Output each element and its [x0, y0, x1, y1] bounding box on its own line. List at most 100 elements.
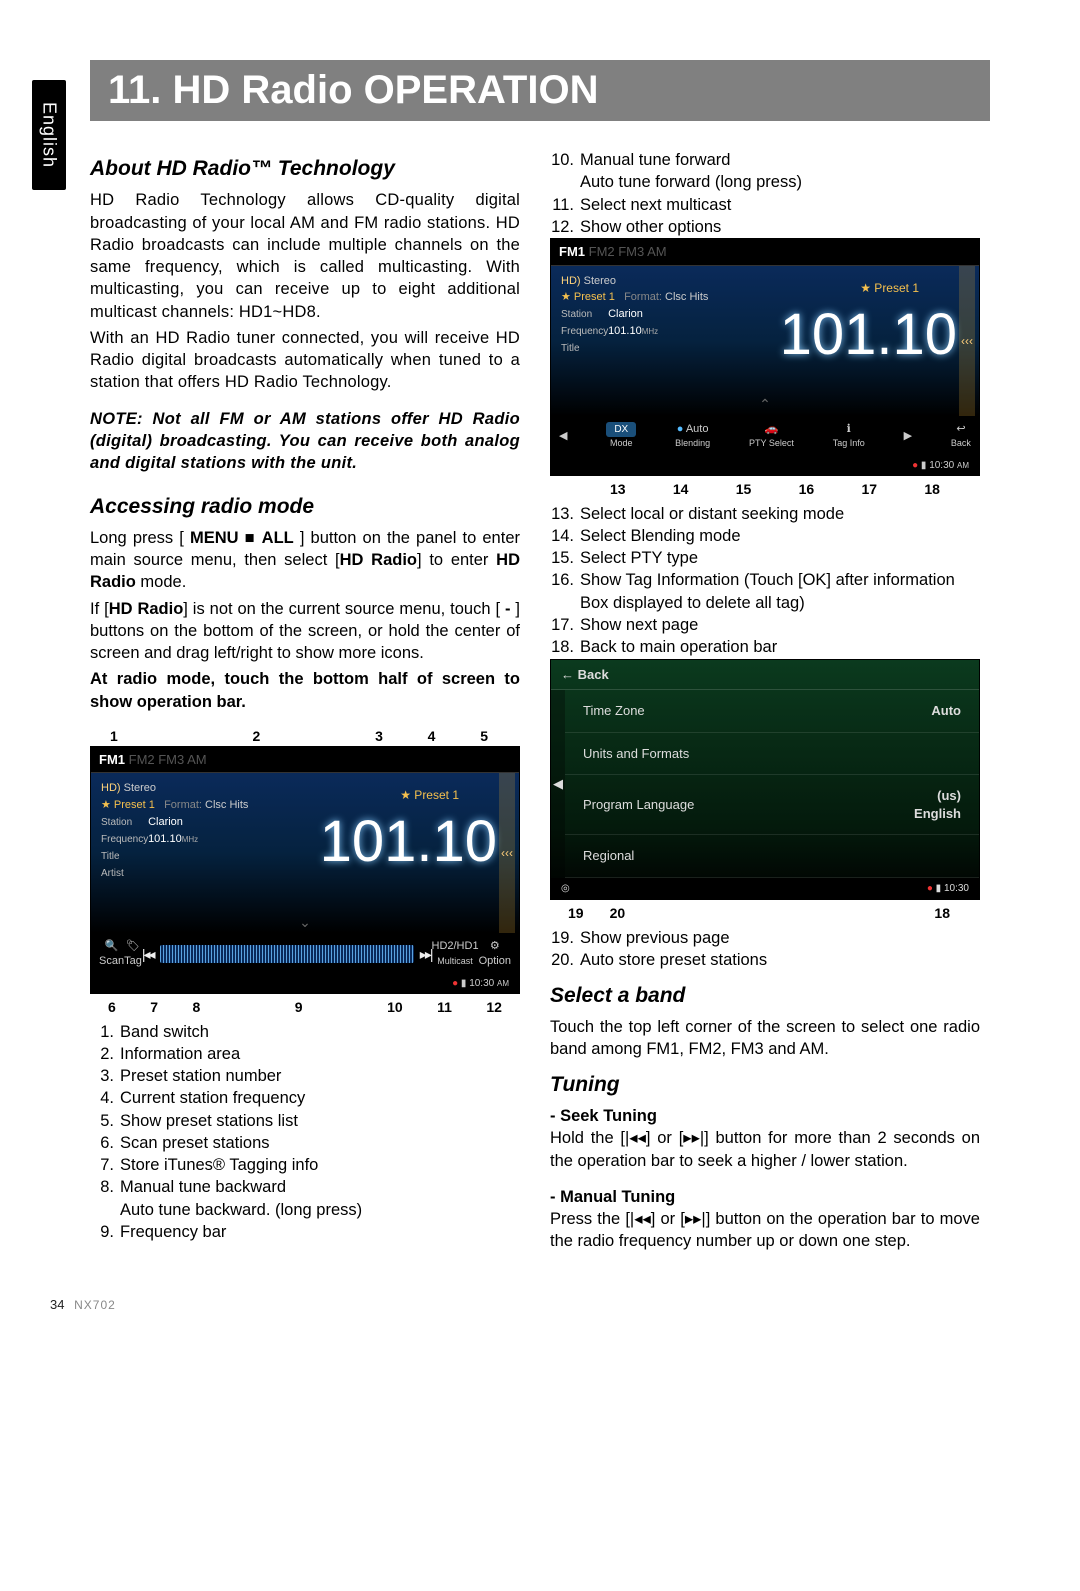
- settings-row[interactable]: Time ZoneAuto: [565, 690, 979, 733]
- legend-list-2: 10.Manual tune forwardAuto tune forward …: [550, 149, 980, 238]
- clock-time-2: 10:30: [929, 460, 954, 471]
- band-bar-2[interactable]: FM1 FM2 FM3 AM: [551, 239, 979, 266]
- t: ] is not on the current source menu, tou…: [183, 600, 505, 618]
- chevron-up-icon[interactable]: ⌃: [551, 395, 979, 414]
- info-area: HD) Stereo ★ Preset 1 Format: Clsc Hits …: [91, 773, 519, 933]
- settings-row[interactable]: Units and Formats: [565, 733, 979, 776]
- list-item: 14.Select Blending mode: [550, 525, 980, 547]
- chevron-down-icon[interactable]: ⌄: [91, 913, 519, 932]
- preset-info-2: ★ Preset 1: [561, 291, 615, 303]
- settings-row[interactable]: Regional: [565, 835, 979, 878]
- callout-6: 6: [108, 998, 116, 1017]
- list-item: 3.Preset station number: [90, 1065, 520, 1087]
- page-footer: 34 NX702: [50, 1297, 1030, 1312]
- t: mode.: [136, 573, 186, 591]
- freq-label-2: Frequency: [561, 325, 605, 339]
- title-label-2: Title: [561, 342, 605, 356]
- seek-forward-button[interactable]: ▸▸|: [420, 945, 432, 964]
- legend-list-3: 13.Select local or distant seeking mode1…: [550, 503, 980, 659]
- format-label-2: Format:: [624, 291, 662, 303]
- heading-select-band: Select a band: [550, 982, 980, 1010]
- hd-icon-2: HD): [561, 275, 581, 287]
- menu-all-label: MENU ■ ALL: [190, 529, 294, 547]
- multicast-button[interactable]: HD2/HD1Multicast: [432, 939, 479, 969]
- big-frequency-2: 101.10: [780, 296, 957, 374]
- t: Long press [: [90, 529, 190, 547]
- back-row[interactable]: ← Back: [551, 660, 979, 691]
- scan-button[interactable]: 🔍Scan: [99, 939, 124, 969]
- callout-7: 7: [150, 998, 158, 1017]
- station-label-2: Station: [561, 308, 605, 322]
- clock-ampm: AM: [497, 979, 509, 988]
- preset-list-icon-2[interactable]: ‹‹‹: [959, 266, 975, 416]
- back-button[interactable]: ↩Back: [951, 422, 971, 452]
- tag-info-button[interactable]: ℹTag Info: [833, 422, 865, 452]
- seek-next-icon-2: ▸▸|: [685, 1210, 706, 1228]
- clock-time-3: 10:30: [944, 883, 969, 894]
- tag-button[interactable]: 🏷Tag: [124, 939, 142, 969]
- callout-2: 2: [253, 727, 261, 746]
- t: Press the [: [550, 1210, 630, 1228]
- callout-5: 5: [480, 727, 488, 746]
- list-item: 1.Band switch: [90, 1021, 520, 1043]
- hdradio-label: HD Radio: [340, 551, 417, 569]
- callouts-top: 1 2 3 4 5: [90, 727, 520, 746]
- next-page-icon[interactable]: ▶: [904, 429, 912, 444]
- frequency-bar[interactable]: [160, 945, 414, 963]
- format-value: Clsc Hits: [205, 799, 248, 811]
- band-inactive-2[interactable]: FM2 FM3 AM: [589, 244, 667, 259]
- note-text: NOTE: Not all FM or AM stations offer HD…: [90, 408, 520, 475]
- list-item: 8.Manual tune backwardAuto tune backward…: [90, 1176, 520, 1221]
- preset-info: ★ Preset 1: [101, 799, 155, 811]
- list-item: 13.Select local or distant seeking mode: [550, 503, 980, 525]
- band-active-2[interactable]: FM1: [559, 244, 585, 259]
- auto-store-icon[interactable]: ◎: [561, 882, 570, 896]
- operation-bar-2: ◀ DXMode ● AutoBlending 🚗PTY Select ℹTag…: [551, 416, 979, 458]
- list-item: 20.Auto store preset stations: [550, 949, 980, 971]
- band-inactive[interactable]: FM2 FM3 AM: [129, 752, 207, 767]
- preset-list-icon[interactable]: ‹‹‹: [499, 773, 515, 933]
- settings-row[interactable]: Program Language(us)English: [565, 775, 979, 835]
- manual-tuning-body: Press the [|◂◂] or [▸▸|] button on the o…: [550, 1208, 980, 1253]
- t: ] to enter: [417, 551, 496, 569]
- list-item: 2.Information area: [90, 1043, 520, 1065]
- dx-button[interactable]: DXMode: [606, 422, 636, 452]
- left-column: About HD Radio™ Technology HD Radio Tech…: [90, 145, 520, 1257]
- radio-screen-1: FM1 FM2 FM3 AM HD) Stereo ★ Preset 1 For…: [90, 746, 520, 994]
- mhz-label: MHz: [182, 835, 198, 844]
- format-value-2: Clsc Hits: [665, 291, 708, 303]
- legend-list-4: 19.Show previous page20.Auto store prese…: [550, 927, 980, 972]
- list-item: 19.Show previous page: [550, 927, 980, 949]
- band-bar[interactable]: FM1 FM2 FM3 AM: [91, 747, 519, 774]
- clock-bar-2: ● ▮ 10:30 AM: [551, 457, 979, 475]
- clock-bar: ● ▮ 10:30 AM: [91, 975, 519, 993]
- callouts-low: 19 20 18: [550, 904, 980, 923]
- callout-10: 10: [387, 998, 403, 1017]
- list-item: 6.Scan preset stations: [90, 1132, 520, 1154]
- band-active[interactable]: FM1: [99, 752, 125, 767]
- callout-9: 9: [295, 998, 303, 1017]
- blending-button[interactable]: ● AutoBlending: [675, 422, 710, 452]
- seek-backward-button[interactable]: |◂◂: [142, 945, 154, 964]
- t: ] or [: [646, 1129, 683, 1147]
- clock-ampm-2: AM: [957, 461, 969, 470]
- callout-11: 11: [437, 998, 452, 1017]
- page-number: 34: [50, 1297, 64, 1312]
- callout-13: 13: [610, 480, 626, 499]
- prev-page-arrow[interactable]: ◀: [551, 690, 565, 878]
- heading-tuning: Tuning: [550, 1071, 980, 1099]
- radio-screen-2: FM1 FM2 FM3 AM HD) Stereo ★ Preset 1 For…: [550, 238, 980, 476]
- station-label: Station: [101, 816, 145, 830]
- seek-prev-icon: |◂◂: [625, 1129, 646, 1147]
- callout-16: 16: [799, 480, 815, 499]
- operation-bar: 🔍Scan 🏷Tag |◂◂ ▸▸| HD2/HD1Multicast ⚙Opt…: [91, 933, 519, 975]
- right-column: 10.Manual tune forwardAuto tune forward …: [550, 145, 980, 1257]
- list-item: 18.Back to main operation bar: [550, 636, 980, 658]
- prev-page-icon[interactable]: ◀: [559, 429, 567, 444]
- about-para-2: With an HD Radio tuner connected, you wi…: [90, 327, 520, 394]
- list-item: 11.Select next multicast: [550, 194, 980, 216]
- model-number: NX702: [74, 1298, 116, 1312]
- t: Hold the [: [550, 1129, 625, 1147]
- option-button[interactable]: ⚙Option: [479, 939, 511, 969]
- pty-button[interactable]: 🚗PTY Select: [749, 422, 794, 452]
